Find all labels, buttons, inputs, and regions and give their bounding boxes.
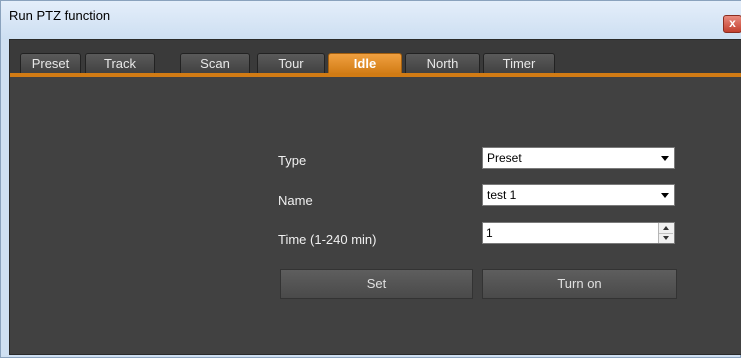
ptz-panel: Preset Track Scan Tour Idle North Timer … (9, 39, 741, 355)
stepper-up-icon[interactable] (659, 223, 673, 233)
title-bar[interactable]: Run PTZ function x (1, 1, 741, 39)
type-label: Type (278, 153, 307, 168)
tab-idle[interactable]: Idle (328, 53, 402, 74)
time-stepper[interactable]: 1 (482, 222, 675, 244)
type-select[interactable]: Preset (482, 147, 675, 169)
tab-strip: Preset Track Scan Tour Idle North Timer (10, 40, 741, 74)
stepper-buttons (658, 223, 674, 243)
tab-timer[interactable]: Timer (483, 53, 555, 74)
tab-scan[interactable]: Scan (180, 53, 250, 74)
run-ptz-window: Run PTZ function x Preset Track Scan Tou… (0, 0, 741, 358)
time-label: Time (1-240 min) (278, 232, 377, 247)
name-label: Name (278, 193, 313, 208)
chevron-down-icon (661, 156, 669, 161)
stepper-down-icon[interactable] (659, 233, 673, 244)
close-button[interactable]: x (723, 15, 741, 33)
tab-tour[interactable]: Tour (257, 53, 325, 74)
chevron-down-icon (661, 193, 669, 198)
close-icon: x (729, 16, 736, 30)
tab-track[interactable]: Track (85, 53, 155, 74)
set-button[interactable]: Set (280, 269, 473, 299)
turn-on-button[interactable]: Turn on (482, 269, 677, 299)
name-select[interactable]: test 1 (482, 184, 675, 206)
time-stepper-value: 1 (486, 226, 493, 240)
name-select-value: test 1 (487, 188, 517, 202)
type-select-value: Preset (487, 151, 522, 165)
tab-north[interactable]: North (405, 53, 480, 74)
tab-underline (10, 73, 741, 77)
window-title: Run PTZ function (9, 8, 111, 23)
tab-preset[interactable]: Preset (20, 53, 81, 74)
